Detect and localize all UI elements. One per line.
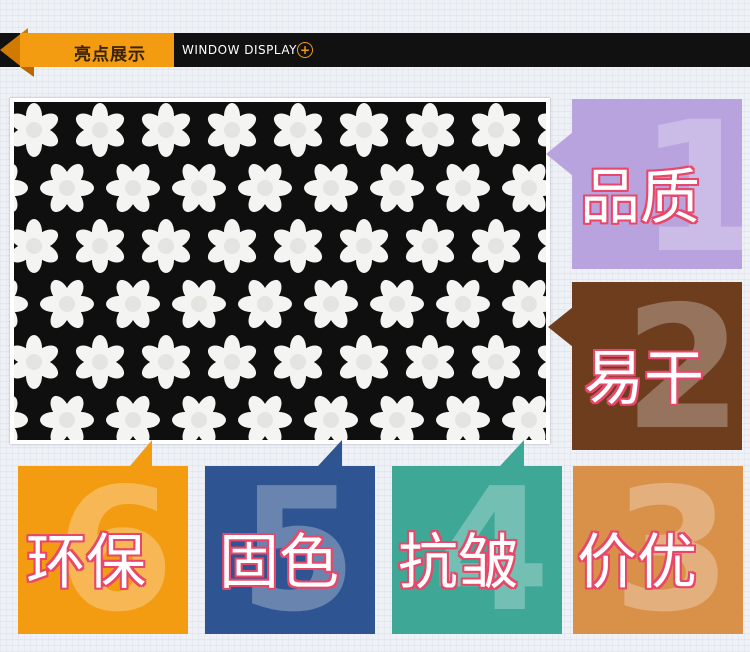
lace-flower bbox=[405, 335, 455, 389]
feature-tile-quick-dry: 2 易干 bbox=[572, 282, 742, 450]
lace-flower bbox=[141, 335, 191, 389]
lace-flower bbox=[14, 335, 59, 389]
feature-tile-quality: 1 品质 bbox=[572, 99, 742, 269]
lace-flower bbox=[75, 219, 125, 273]
tile-label: 品质 bbox=[580, 163, 700, 233]
lace-flower bbox=[141, 219, 191, 273]
lace-flower bbox=[436, 395, 490, 440]
lace-flower bbox=[273, 103, 323, 157]
lace-flower bbox=[502, 279, 546, 329]
lace-flower bbox=[75, 335, 125, 389]
lace-flower bbox=[304, 395, 358, 440]
lace-flower bbox=[207, 335, 257, 389]
lace-flower bbox=[471, 219, 521, 273]
tile-label: 固色 bbox=[219, 528, 339, 598]
lace-flower bbox=[106, 395, 160, 440]
plus-icon[interactable]: + bbox=[297, 42, 313, 58]
lace-flower bbox=[502, 395, 546, 440]
lace-flower bbox=[304, 163, 358, 213]
section-subtitle: WINDOW DISPLAY bbox=[182, 43, 297, 57]
lace-flower bbox=[40, 395, 94, 440]
lace-flower bbox=[436, 163, 490, 213]
lace-flower bbox=[370, 279, 424, 329]
lace-flower bbox=[436, 279, 490, 329]
section-title: 亮点展示 bbox=[74, 45, 146, 65]
tile-label: 环保 bbox=[26, 528, 146, 598]
lace-flower bbox=[14, 395, 28, 440]
pointer-arrow bbox=[548, 307, 573, 347]
lace-flower bbox=[14, 163, 28, 213]
feature-tile-wrinkle-resistant: 4 抗皱 bbox=[392, 466, 562, 634]
lace-flower bbox=[273, 335, 323, 389]
tile-label: 价优 bbox=[577, 528, 697, 598]
ribbon-fold bbox=[20, 67, 34, 77]
lace-flower bbox=[537, 229, 546, 263]
lace-flower bbox=[238, 279, 292, 329]
lace-flower bbox=[106, 279, 160, 329]
lace-flower bbox=[238, 395, 292, 440]
lace-flower bbox=[172, 279, 226, 329]
lace-flower bbox=[75, 103, 125, 157]
lace-fabric-photo bbox=[14, 102, 546, 440]
lace-flower bbox=[405, 103, 455, 157]
lace-flower bbox=[172, 395, 226, 440]
lace-flower bbox=[370, 395, 424, 440]
lace-flower bbox=[471, 103, 521, 157]
pointer-arrow bbox=[546, 132, 573, 176]
feature-tile-colorfast: 5 固色 bbox=[205, 466, 375, 634]
lace-flower bbox=[471, 335, 521, 389]
lace-flower bbox=[14, 279, 28, 329]
lace-flower bbox=[40, 163, 94, 213]
lace-flower bbox=[207, 219, 257, 273]
lace-flower bbox=[14, 103, 59, 157]
lace-flower bbox=[370, 163, 424, 213]
lace-flower bbox=[273, 219, 323, 273]
lace-flower bbox=[537, 345, 546, 379]
lace-flower bbox=[141, 103, 191, 157]
lace-flower bbox=[238, 163, 292, 213]
lace-flower bbox=[405, 219, 455, 273]
lace-flower bbox=[339, 335, 389, 389]
lace-flower bbox=[40, 279, 94, 329]
lace-flower bbox=[502, 163, 546, 213]
tile-label: 抗皱 bbox=[398, 528, 518, 598]
pointer-arrow bbox=[318, 440, 342, 466]
feature-tile-eco: 6 环保 bbox=[18, 466, 188, 634]
lace-flower bbox=[339, 219, 389, 273]
lace-flower bbox=[339, 103, 389, 157]
lace-flower bbox=[207, 103, 257, 157]
feature-tile-price: 3 价优 bbox=[573, 466, 743, 634]
pointer-arrow bbox=[130, 440, 152, 466]
tile-label: 易干 bbox=[584, 344, 704, 414]
lace-flower bbox=[537, 113, 546, 147]
lace-flower bbox=[304, 279, 358, 329]
lace-pattern bbox=[14, 103, 546, 440]
lace-flower bbox=[172, 163, 226, 213]
lace-flower bbox=[14, 219, 59, 273]
lace-flower bbox=[106, 163, 160, 213]
pointer-arrow bbox=[500, 440, 524, 466]
